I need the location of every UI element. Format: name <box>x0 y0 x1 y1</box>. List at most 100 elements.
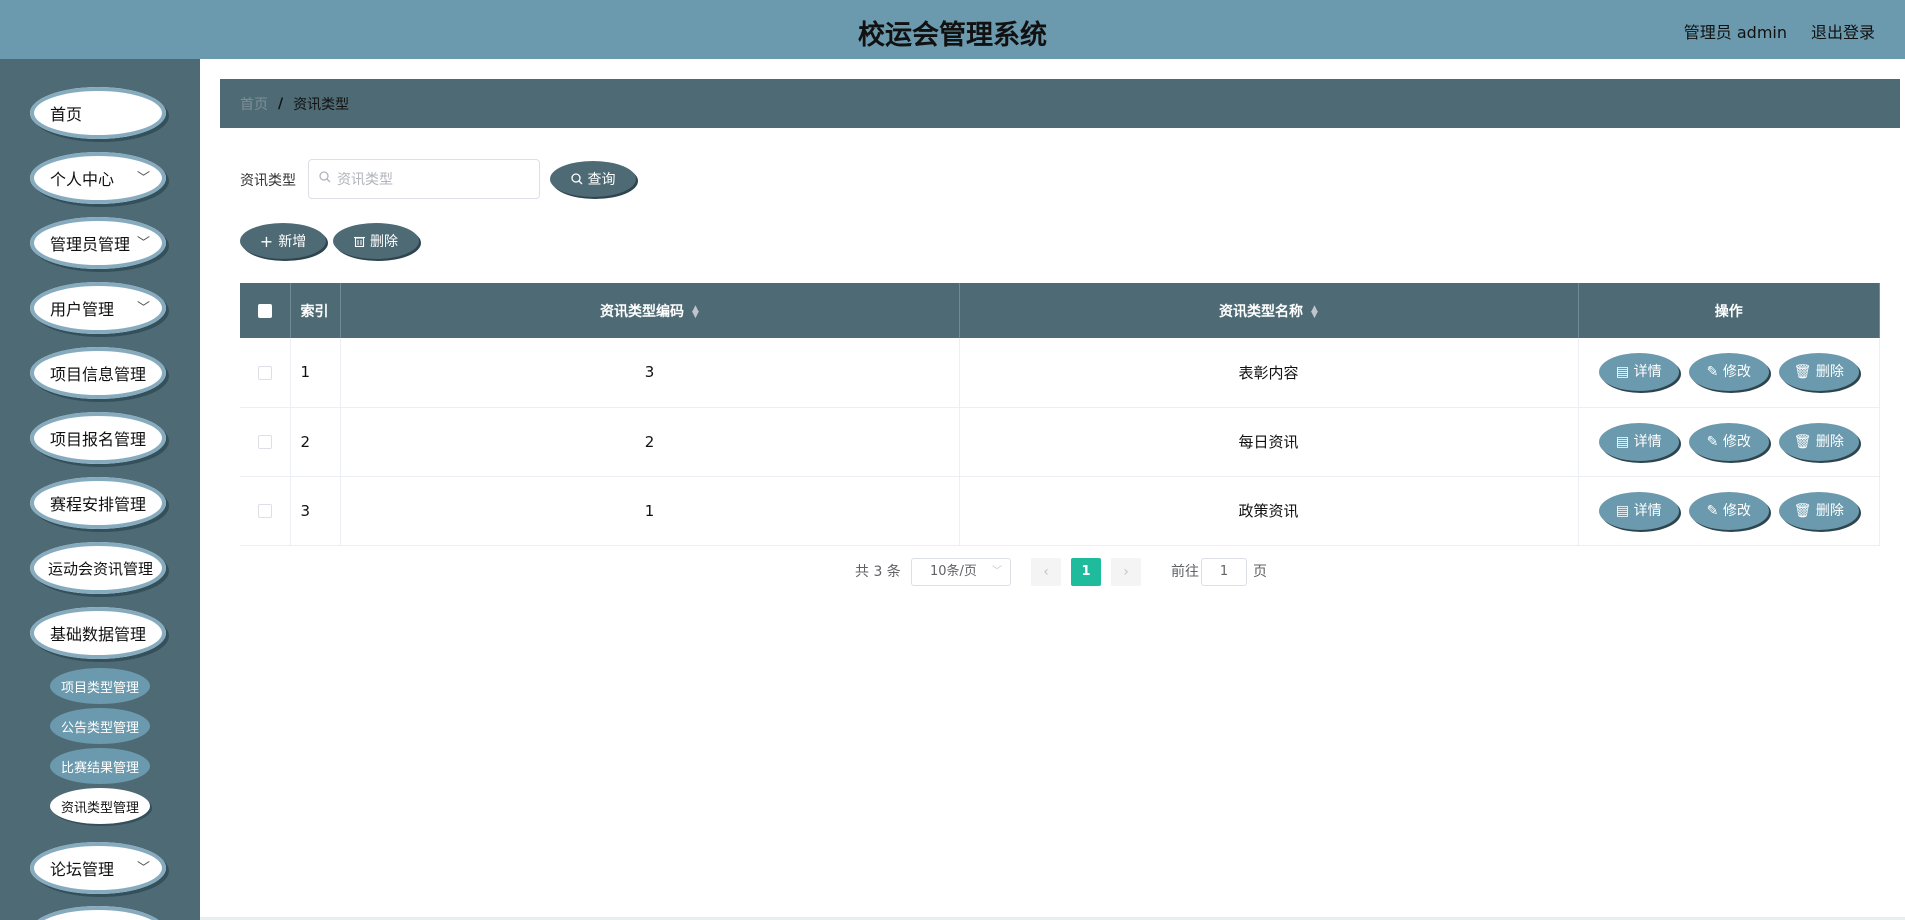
query-button[interactable]: 查询 <box>550 161 636 197</box>
add-button[interactable]: + 新增 <box>240 223 326 259</box>
column-header-name[interactable]: 资讯类型名称 ▲ ▼ <box>959 283 1579 338</box>
row-checkbox[interactable] <box>257 504 272 518</box>
sidebar-subitem-label: 比赛结果管理 <box>60 760 139 776</box>
detail-button[interactable]: ▤ 详情 <box>1598 422 1679 461</box>
detail-button[interactable]: ▤ 详情 <box>1598 353 1679 392</box>
column-header-actions: 操作 <box>1578 283 1880 338</box>
sidebar-item-project-signup[interactable]: 项目报名管理 <box>30 412 166 464</box>
sidebar-item-home[interactable]: 首页 <box>30 87 166 139</box>
goto-page-input[interactable]: 1 <box>1201 558 1247 586</box>
trash-icon: 🗑 <box>1793 433 1816 450</box>
current-user-label: 管理员 admin <box>1683 23 1787 42</box>
sidebar-item-user-management[interactable]: 用户管理 ﹀ <box>30 282 166 334</box>
sidebar-subitem-label: 公告类型管理 <box>60 720 139 736</box>
pagination-total: 共 3 条 <box>855 564 901 580</box>
next-page-button[interactable]: › <box>1111 558 1141 586</box>
row-checkbox-cell[interactable] <box>240 476 291 546</box>
column-header-label: 资讯类型编码 <box>600 303 685 320</box>
edit-button-label: 修改 <box>1722 502 1751 519</box>
sidebar-item-forum[interactable]: 论坛管理 ﹀ <box>30 842 166 894</box>
sidebar-subitem-match-result[interactable]: 比赛结果管理 <box>50 748 150 784</box>
edit-icon: ✎ <box>1706 433 1723 450</box>
sidebar-subitem-label: 资讯类型管理 <box>60 800 139 816</box>
detail-button-label: 详情 <box>1633 364 1662 381</box>
detail-button[interactable]: ▤ 详情 <box>1598 491 1679 530</box>
document-icon: ▤ <box>1615 433 1634 450</box>
delete-button-label: 删除 <box>1815 502 1844 519</box>
sidebar-item-more[interactable] <box>30 906 166 920</box>
sidebar-item-project-info[interactable]: 项目信息管理 <box>30 347 166 399</box>
detail-button-label: 详情 <box>1633 502 1662 519</box>
sidebar-item-admin-management[interactable]: 管理员管理 ﹀ <box>30 217 166 269</box>
page-number-1[interactable]: 1 <box>1071 558 1101 586</box>
row-index: 2 <box>290 407 341 477</box>
page-suffix: 页 <box>1253 564 1267 580</box>
row-actions: ▤ 详情 ✎ 修改 🗑 删除 <box>1578 407 1880 477</box>
row-name: 每日资讯 <box>959 407 1579 477</box>
select-all-checkbox-cell[interactable] <box>240 283 291 338</box>
chevron-down-icon: ﹀ <box>136 236 150 251</box>
chevron-left-icon: ‹ <box>1043 564 1049 580</box>
breadcrumb-current: 资讯类型 <box>293 96 350 113</box>
document-icon: ▤ <box>1615 364 1634 381</box>
delete-button-label: 删除 <box>1815 433 1844 450</box>
row-checkbox[interactable] <box>257 365 272 380</box>
column-header-code[interactable]: 资讯类型编码 ▲ ▼ <box>340 283 960 338</box>
search-input[interactable]: 资讯类型 <box>308 159 540 199</box>
sidebar-subitem-label: 项目类型管理 <box>60 680 139 696</box>
sidebar-item-schedule[interactable]: 赛程安排管理 <box>30 477 166 529</box>
row-checkbox-cell[interactable] <box>240 407 291 477</box>
page-size-select[interactable]: 10条/页 ﹀ <box>911 558 1011 586</box>
delete-button[interactable]: 🗑 删除 <box>1778 422 1859 461</box>
row-code: 3 <box>340 338 960 408</box>
sidebar-subitem-notice-type[interactable]: 公告类型管理 <box>50 708 150 744</box>
sort-icon[interactable]: ▲ ▼ <box>692 304 699 319</box>
select-all-checkbox[interactable] <box>257 303 272 318</box>
edit-button[interactable]: ✎ 修改 <box>1688 422 1769 461</box>
chevron-down-icon: ﹀ <box>136 861 150 876</box>
sidebar-item-label: 首页 <box>50 105 83 124</box>
edit-button-label: 修改 <box>1722 364 1751 381</box>
batch-delete-button[interactable]: 删除 <box>333 223 419 259</box>
delete-button[interactable]: 🗑 删除 <box>1778 353 1859 392</box>
sidebar-item-label: 运动会资讯管理 <box>48 559 154 578</box>
chevron-down-icon: ﹀ <box>992 566 1002 577</box>
row-code: 2 <box>340 407 960 477</box>
sidebar-item-label: 论坛管理 <box>50 860 115 879</box>
prev-page-button[interactable]: ‹ <box>1031 558 1061 586</box>
logout-link[interactable]: 退出登录 <box>1811 19 1875 43</box>
sidebar-item-label: 用户管理 <box>50 300 115 319</box>
column-header-index: 索引 <box>290 283 341 338</box>
breadcrumb-home-link[interactable]: 首页 <box>240 94 268 114</box>
top-header: 校运会管理系统 管理员 admin 退出登录 <box>0 0 1905 59</box>
row-actions: ▤ 详情 ✎ 修改 🗑 删除 <box>1578 476 1880 546</box>
sidebar-subitem-project-type[interactable]: 项目类型管理 <box>50 668 150 704</box>
row-checkbox-cell[interactable] <box>240 338 291 408</box>
sidebar-item-news[interactable]: 运动会资讯管理 <box>30 542 166 594</box>
row-checkbox[interactable] <box>257 435 272 449</box>
document-icon: ▤ <box>1615 502 1634 519</box>
edit-button[interactable]: ✎ 修改 <box>1688 491 1769 530</box>
row-name: 政策资讯 <box>959 476 1579 546</box>
table-row: 2 2 每日资讯 ▤ 详情 ✎ 修改 🗑 删除 <box>240 407 1880 477</box>
table-row: 1 3 表彰内容 ▤ 详情 ✎ 修改 🗑 删除 <box>240 338 1880 408</box>
edit-button[interactable]: ✎ 修改 <box>1688 353 1769 392</box>
row-actions: ▤ 详情 ✎ 修改 🗑 删除 <box>1578 338 1880 408</box>
sidebar-item-base-data[interactable]: 基础数据管理 <box>30 607 166 659</box>
query-button-label: 查询 <box>587 172 616 188</box>
chevron-down-icon: ﹀ <box>136 301 150 316</box>
edit-icon: ✎ <box>1706 364 1723 381</box>
breadcrumb: 首页 / 资讯类型 <box>220 79 1900 128</box>
column-header-label: 操作 <box>1714 303 1743 320</box>
add-button-label: 新增 <box>278 234 307 250</box>
row-code: 1 <box>340 476 960 546</box>
sidebar-item-profile[interactable]: 个人中心 ﹀ <box>30 152 166 204</box>
search-label: 资讯类型 <box>240 173 296 189</box>
breadcrumb-separator: / <box>278 95 284 112</box>
sort-icon[interactable]: ▲ ▼ <box>1311 304 1318 319</box>
sidebar-subitem-news-type[interactable]: 资讯类型管理 <box>50 788 150 824</box>
sidebar-item-label: 项目报名管理 <box>50 430 147 449</box>
page-size-value: 10条/页 <box>930 564 977 579</box>
delete-button[interactable]: 🗑 删除 <box>1778 491 1859 530</box>
plus-icon: + <box>259 231 274 251</box>
